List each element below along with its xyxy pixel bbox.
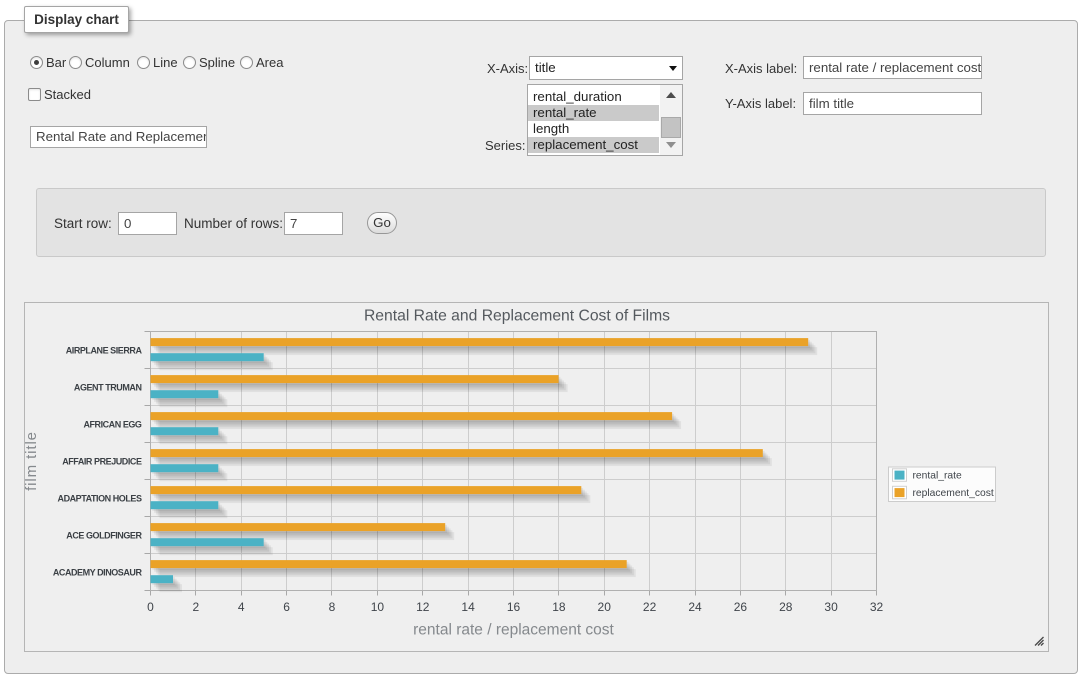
svg-text:28: 28 (779, 600, 793, 614)
svg-text:AGENT TRUMAN: AGENT TRUMAN (74, 383, 142, 393)
svg-text:0: 0 (147, 600, 154, 614)
svg-text:2: 2 (193, 600, 200, 614)
svg-text:ACADEMY DINOSAUR: ACADEMY DINOSAUR (53, 568, 143, 578)
svg-text:16: 16 (507, 600, 521, 614)
svg-text:film title: film title (25, 431, 40, 491)
svg-text:18: 18 (552, 600, 566, 614)
svg-text:ACE GOLDFINGER: ACE GOLDFINGER (66, 531, 142, 541)
svg-text:20: 20 (598, 600, 612, 614)
svg-text:6: 6 (283, 600, 290, 614)
svg-text:14: 14 (461, 600, 475, 614)
svg-text:26: 26 (734, 600, 748, 614)
svg-text:10: 10 (371, 600, 385, 614)
svg-text:AFFAIR PREJUDICE: AFFAIR PREJUDICE (62, 457, 142, 467)
svg-text:rental rate / replacement cost: rental rate / replacement cost (413, 622, 614, 639)
svg-text:replacement_cost: replacement_cost (913, 488, 994, 499)
svg-text:12: 12 (416, 600, 430, 614)
svg-text:AFRICAN EGG: AFRICAN EGG (83, 420, 141, 430)
svg-text:ADAPTATION HOLES: ADAPTATION HOLES (58, 494, 142, 504)
svg-text:4: 4 (238, 600, 245, 614)
svg-text:22: 22 (643, 600, 657, 614)
svg-text:rental_rate: rental_rate (913, 470, 963, 481)
svg-text:8: 8 (329, 600, 336, 614)
svg-text:32: 32 (870, 600, 884, 614)
svg-text:24: 24 (688, 600, 702, 614)
svg-text:Rental Rate and Replacement Co: Rental Rate and Replacement Cost of Film… (364, 308, 670, 325)
svg-text:AIRPLANE SIERRA: AIRPLANE SIERRA (66, 346, 143, 356)
svg-text:30: 30 (824, 600, 838, 614)
